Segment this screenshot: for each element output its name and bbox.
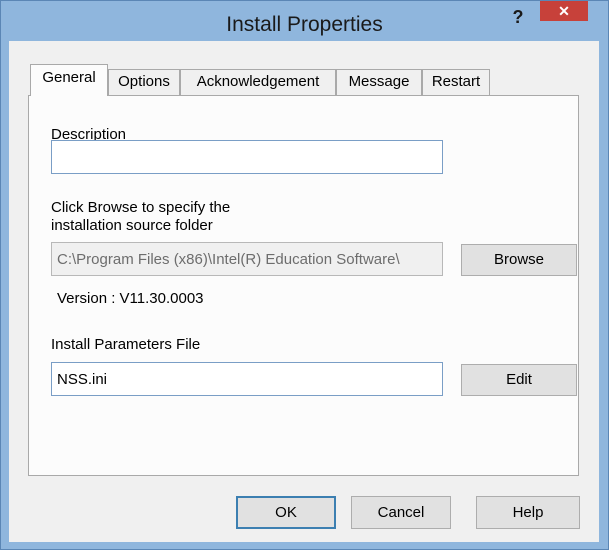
help-button[interactable]: Help: [476, 496, 580, 529]
install-params-input[interactable]: [51, 362, 443, 396]
tab-message[interactable]: Message: [336, 69, 422, 95]
dialog-client-area: General Options Acknowledgement Message …: [9, 41, 599, 542]
description-input[interactable]: [51, 140, 443, 174]
title-bar[interactable]: Install Properties ? ✕: [1, 1, 608, 41]
browse-button[interactable]: Browse: [461, 244, 577, 276]
install-params-label: Install Parameters File: [51, 336, 201, 353]
edit-button[interactable]: Edit: [461, 364, 577, 396]
ok-button[interactable]: OK: [236, 496, 336, 529]
install-properties-window: Install Properties ? ✕ General Options A…: [0, 0, 609, 550]
version-text: Version : V11.30.0003: [57, 290, 204, 307]
close-icon[interactable]: ✕: [540, 1, 588, 21]
tab-restart[interactable]: Restart: [422, 69, 490, 95]
cancel-button[interactable]: Cancel: [351, 496, 451, 529]
browse-hint-line2: installation source folder: [51, 217, 213, 234]
browse-hint-line1: Click Browse to specify the: [51, 199, 231, 216]
general-tab-panel: Description Click Browse to specify the …: [28, 95, 579, 476]
help-icon[interactable]: ?: [505, 7, 531, 29]
tab-acknowledgement[interactable]: Acknowledgement: [180, 69, 336, 95]
tab-general[interactable]: General: [30, 64, 108, 96]
tab-options[interactable]: Options: [108, 69, 180, 95]
source-folder-field: [51, 242, 443, 276]
